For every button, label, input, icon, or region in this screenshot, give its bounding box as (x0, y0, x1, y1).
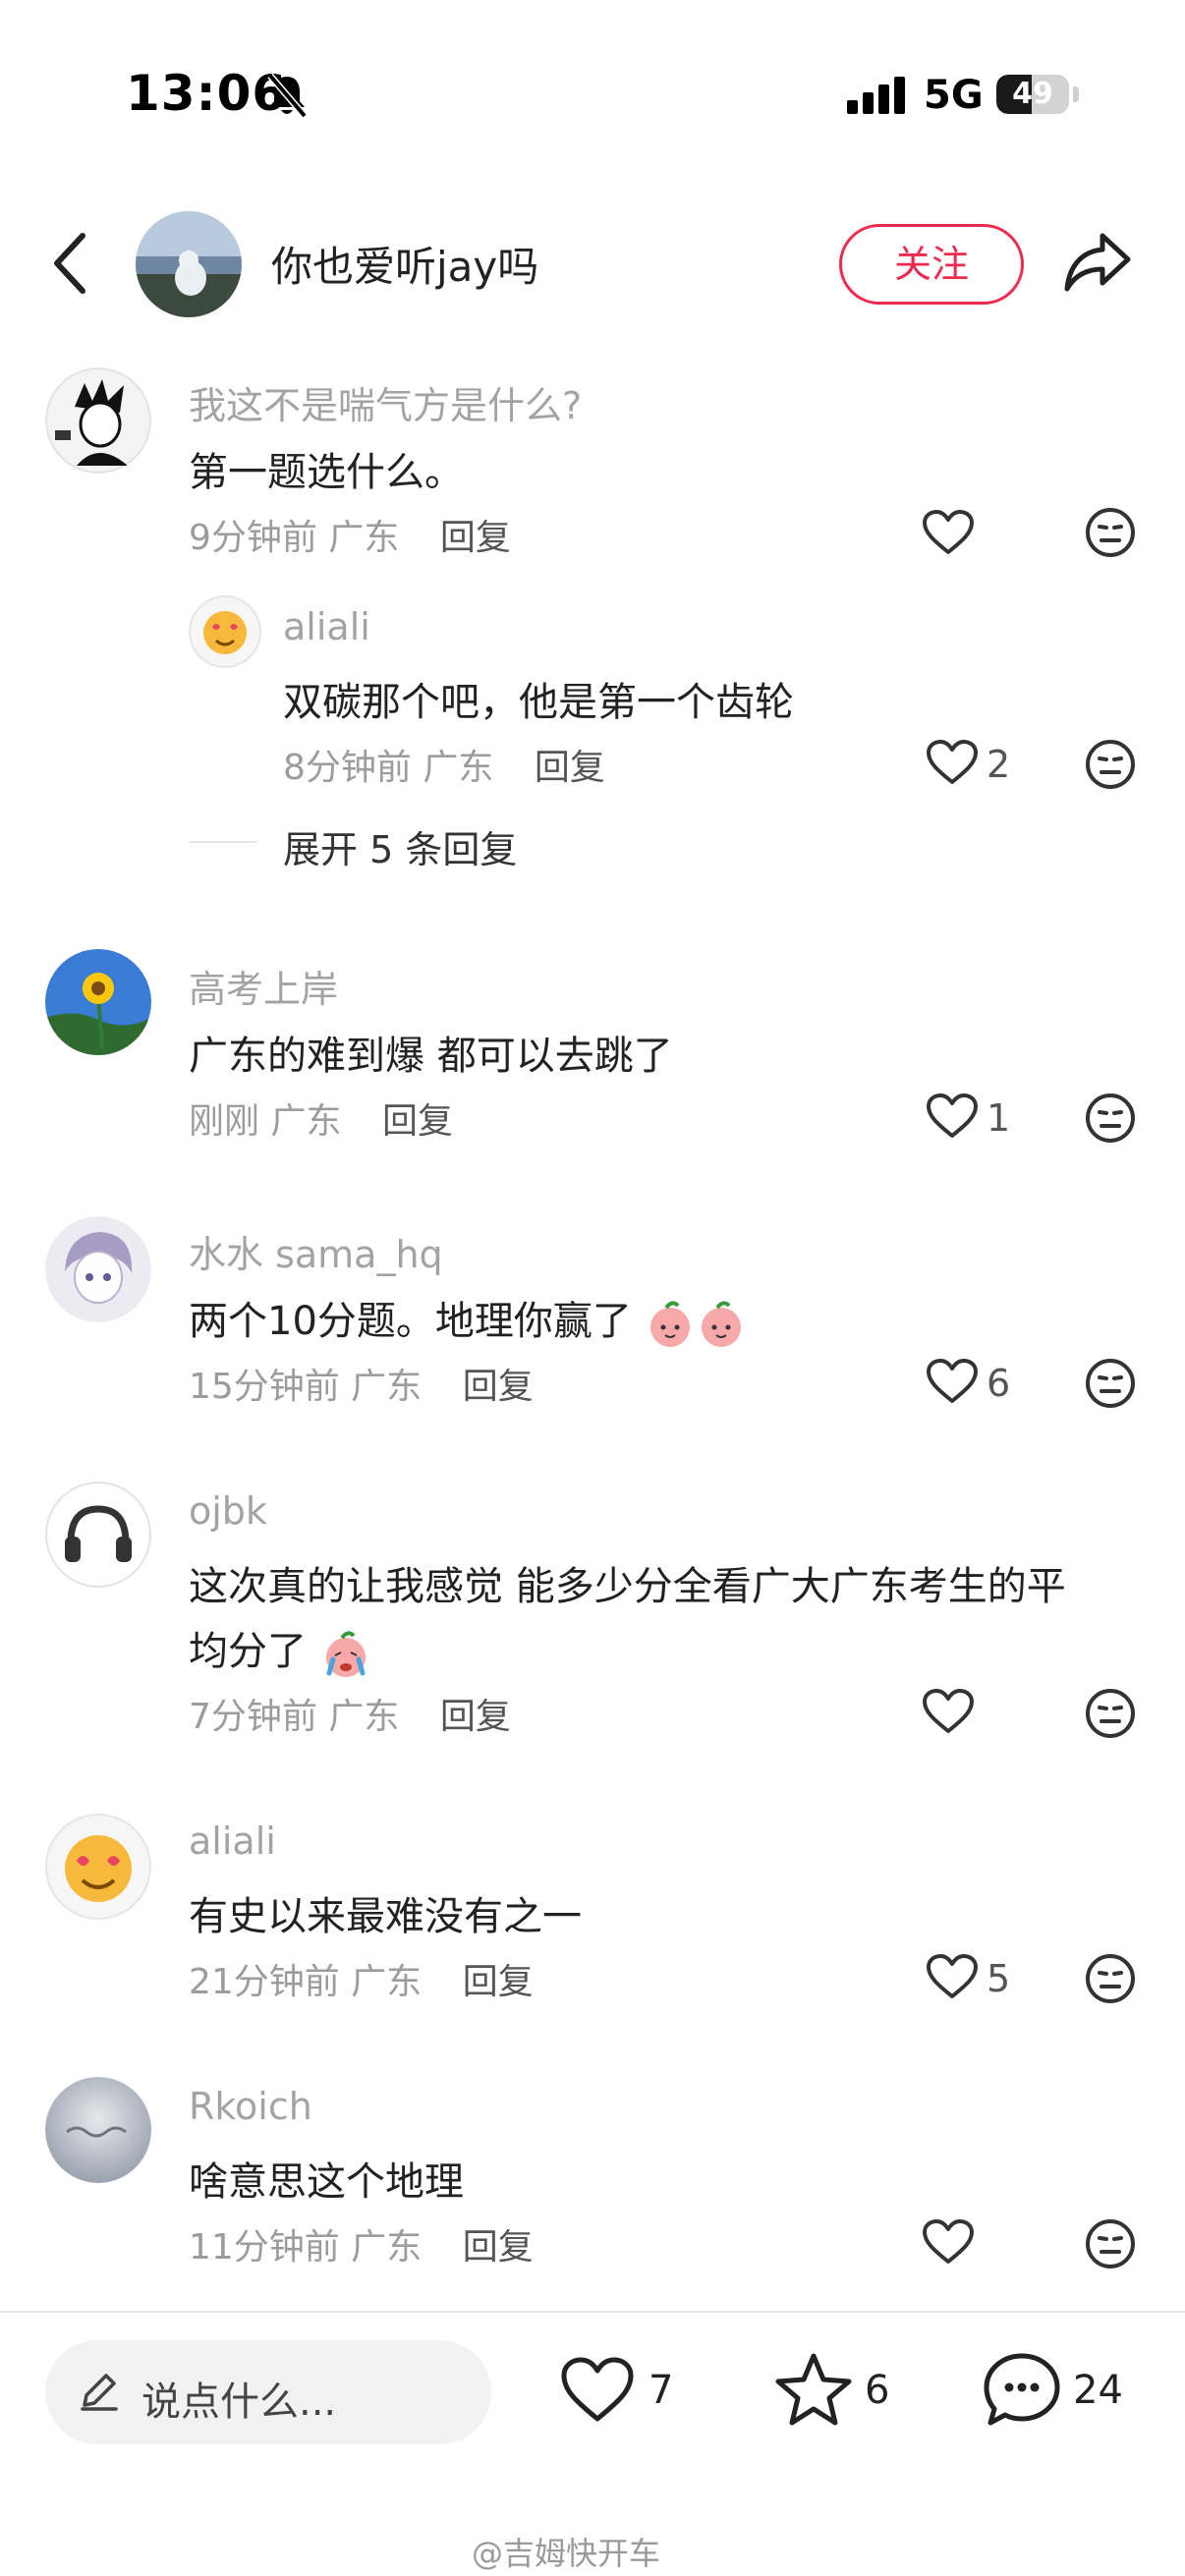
comment-meta: 21分钟前 广东 回复 (189, 1953, 534, 2004)
like-icon[interactable] (926, 1953, 979, 2000)
comment-text-line2: 均分了 (189, 1619, 372, 1679)
comment-time: 15分钟前 (189, 1367, 340, 1407)
comment-meta: 7分钟前 广东 回复 (189, 1688, 511, 1739)
signal-icon (847, 77, 908, 114)
back-icon[interactable] (51, 232, 90, 295)
dislike-face-icon[interactable] (1085, 1358, 1136, 1409)
avatar[interactable] (45, 2077, 151, 2183)
dislike-face-icon[interactable] (1085, 2218, 1136, 2269)
comment-time: 刚刚 (189, 1101, 260, 1142)
comment-text: 两个10分题。地理你赢了 (189, 1289, 747, 1349)
comment-text: 第一题选什么。 (189, 450, 464, 495)
reply-button[interactable]: 回复 (463, 1367, 534, 1407)
favorite-star-icon[interactable] (774, 2352, 853, 2427)
avatar[interactable] (189, 595, 261, 668)
comment-text: 这次真的让我感觉 能多少分全看广大广东考生的平 (189, 1564, 1066, 1609)
comment-location: 广东 (351, 1367, 423, 1407)
like-icon[interactable] (922, 1688, 975, 1735)
reply-button[interactable]: 回复 (535, 748, 605, 788)
page-title: 你也爱听jay吗 (271, 243, 539, 291)
comment-author[interactable]: ojbk (189, 1489, 267, 1533)
comment-text: 啥意思这个地理 (189, 2159, 464, 2205)
avatar[interactable] (45, 949, 151, 1055)
bottom-bar-divider (0, 2311, 1185, 2313)
comment-time: 7分钟前 (189, 1697, 317, 1737)
like-post-icon[interactable] (560, 2356, 635, 2425)
like-icon[interactable] (922, 509, 975, 556)
comment-location: 广东 (423, 748, 494, 788)
reply-button[interactable]: 回复 (463, 1962, 534, 2002)
comment-location: 广东 (270, 1101, 342, 1142)
comment-author[interactable]: Rkoich (189, 2085, 312, 2128)
comment-author[interactable]: 水水 sama_hq (189, 1224, 443, 1278)
watermark: @吉姆快开车 (472, 2535, 661, 2572)
avatar[interactable] (45, 1814, 151, 1920)
mute-bell-icon (265, 73, 309, 118)
comment-text-body: 两个10分题。地理你赢了 (189, 1299, 632, 1344)
dislike-face-icon[interactable] (1085, 739, 1136, 790)
comment-time: 9分钟前 (189, 518, 317, 558)
comment-location: 广东 (328, 1697, 400, 1737)
favorites-count: 6 (865, 2368, 890, 2413)
dislike-face-icon[interactable] (1085, 1092, 1136, 1144)
likes-count: 7 (649, 2368, 674, 2413)
comment-meta: 15分钟前 广东 回复 (189, 1358, 534, 1409)
comment-meta: 8分钟前 广东 回复 (283, 739, 605, 790)
comment-input-placeholder: 说点什么... (141, 2380, 337, 2425)
status-time: 13:06 (126, 65, 288, 122)
comment-location: 广东 (328, 518, 400, 558)
comment-location: 广东 (351, 2227, 423, 2268)
avatar[interactable] (45, 367, 151, 474)
dislike-face-icon[interactable] (1085, 1688, 1136, 1739)
like-icon[interactable] (922, 2218, 975, 2266)
like-count: 1 (987, 1096, 1011, 1140)
like-icon[interactable] (926, 739, 979, 786)
comment-time: 8分钟前 (283, 748, 412, 788)
share-icon[interactable] (1063, 230, 1132, 293)
like-icon[interactable] (926, 1358, 979, 1405)
comment-meta: 刚刚 广东 回复 (189, 1092, 453, 1144)
reply-button[interactable]: 回复 (440, 1697, 511, 1737)
reply-button[interactable]: 回复 (440, 518, 511, 558)
like-count: 5 (987, 1957, 1011, 2000)
comments-count: 24 (1073, 2368, 1123, 2413)
pencil-icon (77, 2368, 122, 2413)
battery-icon: 49 (996, 75, 1069, 114)
comment-author[interactable]: aliali (283, 605, 370, 648)
like-icon[interactable] (926, 1092, 979, 1140)
comment-author[interactable]: 我这不是喘气方是什么? (189, 375, 582, 429)
dislike-face-icon[interactable] (1085, 1953, 1136, 2004)
avatar[interactable] (45, 1482, 151, 1588)
follow-button[interactable]: 关注 (839, 224, 1024, 305)
comment-meta: 9分钟前 广东 回复 (189, 509, 511, 560)
comment-time: 21分钟前 (189, 1962, 340, 2002)
battery-level: 49 (1012, 77, 1053, 111)
comment-time: 11分钟前 (189, 2227, 340, 2268)
network-label: 5G (924, 73, 984, 118)
comment-text: 广东的难到爆 都可以去跳了 (189, 1034, 673, 1079)
reply-button[interactable]: 回复 (463, 2227, 534, 2268)
comment-location: 广东 (351, 1962, 423, 2002)
like-count: 6 (987, 1362, 1011, 1405)
crying-emoji-icon (319, 1628, 372, 1679)
expand-replies-button[interactable]: 展开 5 条回复 (283, 819, 517, 873)
comment-author[interactable]: aliali (189, 1820, 276, 1863)
comment-text-body: 均分了 (189, 1629, 307, 1674)
author-avatar[interactable] (136, 211, 242, 317)
avatar[interactable] (45, 1216, 151, 1322)
battery-cap (1073, 86, 1079, 102)
dislike-face-icon[interactable] (1085, 507, 1136, 558)
comment-text: 有史以来最难没有之一 (189, 1894, 582, 1939)
expand-divider (189, 841, 257, 843)
reply-button[interactable]: 回复 (382, 1101, 453, 1142)
comment-text: 双碳那个吧，他是第一个齿轮 (283, 680, 794, 725)
comment-meta: 11分钟前 广东 回复 (189, 2218, 534, 2269)
comment-author[interactable]: 高考上岸 (189, 959, 338, 1013)
peach-emoji-icon (645, 1298, 747, 1349)
like-count: 2 (987, 743, 1011, 786)
comment-bubble-icon[interactable] (983, 2352, 1061, 2429)
